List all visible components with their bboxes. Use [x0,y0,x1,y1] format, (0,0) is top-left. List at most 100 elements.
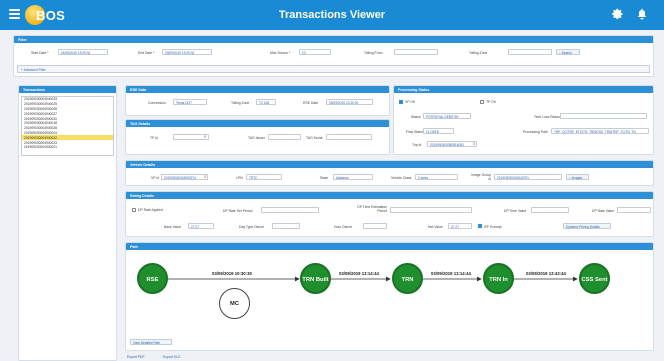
transactions-list[interactable]: 201909030004940033 201909030004940025 2019… [21,96,114,156]
tolling-from-select[interactable] [394,49,438,55]
app-header: BOS Transactions Viewer [0,0,664,30]
tp-search-icon[interactable]: ⌕ [204,134,207,139]
path-node-mc[interactable]: MC [219,288,250,319]
base-value-label: Base Value [164,225,182,229]
edge-label: 03/09/2019 13:43:44 [526,271,566,276]
vehicle-class-field[interactable]: 2 axles [415,174,458,180]
path-node-css-sent[interactable]: CSS Sent [579,263,610,294]
max-shown-label: Max Shown * [270,51,290,55]
filter-title: Filter [14,36,653,43]
gear-icon[interactable] [612,8,624,20]
concession-label: Concession [148,101,166,105]
transaction-item[interactable]: 201909030004940021 [22,145,113,150]
status-label: Status [411,115,421,119]
dynamic-pricing-button[interactable]: Dynamic Pricing Details [563,223,611,229]
dp-rate-value-field[interactable] [617,207,651,213]
tag-issuer-field[interactable] [268,134,301,140]
page-title: Transactions Viewer [278,9,386,21]
tag-issuer-label: TAG Issuer [248,136,265,140]
export-xls-link[interactable]: Export XLS [163,355,180,359]
end-date-input[interactable]: 03/09/2019 13:29:32 [162,49,212,55]
flow-status-label: Flow Status [406,130,424,134]
processing-path-label: Processing Path [523,130,548,134]
image-group-field[interactable]: 201909030004940701 [494,174,562,180]
end-date-label: End Date * [138,51,155,55]
path-edges [168,276,578,282]
lpn-label: LPN [236,176,243,180]
vp-id-field[interactable]: 201909030004953374 [161,174,208,180]
processing-path-field[interactable]: TRP_CC/TRP_ETC/TN_TRN/CSS_TRN/TRP_TC/TN_… [551,128,649,134]
dp-time-est-field[interactable] [390,207,472,213]
iff-exempt-checkbox[interactable] [478,224,482,228]
vehicle-title: Vehicle Details [126,161,653,168]
bell-icon[interactable] [637,8,647,20]
rse-tolling-zone-label: Tolling Zone [231,101,250,105]
lpn-field[interactable]: TRTC [246,174,282,180]
dp-time-est-label: DP Time Estimation Period [357,205,387,213]
dp-rate-set-field[interactable] [261,207,319,213]
concession-field[interactable]: Texas DOT [173,99,207,105]
start-date-label: Start Date * [31,51,49,55]
rse-tolling-zone-field[interactable]: TZ 168 [256,99,276,105]
trip-id-label: Trip id [412,143,422,147]
tag-serial-label: TAG Serial [306,136,323,140]
export-pdf-link[interactable]: Export PDF [127,355,145,359]
path-node-trn-in-trip[interactable]: TRN In Trip [483,263,514,314]
transactions-panel: Transactions 201909030004940033 201909030… [18,85,117,361]
tech-loss-field[interactable] [560,113,647,119]
trip-search-icon[interactable]: ⌕ [473,141,476,146]
day-type-label: Day Type Discnt [239,225,264,229]
path-node-trn-rated[interactable]: TRN Rated [392,263,423,314]
start-date-input[interactable]: 01/09/2019 13:29:32 [58,49,108,55]
status-field[interactable]: POTENTIAL DEBITOR [423,113,471,119]
rse-title: RSE Data [126,86,389,93]
edge-label: 03/09/2019 13:14:44 [431,271,471,276]
dp-time-value-field[interactable] [531,207,569,213]
day-type-field[interactable] [272,223,300,229]
rse-date-field[interactable]: 03/09/2019 13:30:20 [326,99,373,105]
tolling-zone-label: Tolling Zone [469,51,488,55]
vehicle-class-label: Vehicle Class [391,176,412,180]
transactions-title: Transactions [19,86,116,93]
view-detailed-path-button[interactable]: View Detailed Path [130,339,172,345]
filter-panel: Filter Start Date * 01/09/2019 13:29:32 … [13,35,654,77]
images-label: Images [571,175,583,180]
base-value-field[interactable]: 27.27 [188,223,214,229]
rse-date-label: RSE Date [303,101,319,105]
trip-id-field[interactable]: 2019090300050814083 [427,141,477,147]
processing-status-panel: Processing Status VP OK TP OK Status POT… [393,85,654,155]
rating-title: Rating Details [126,192,653,199]
hour-discnt-field[interactable] [363,223,387,229]
tag-title: TAG Details [126,120,389,127]
advanced-filter-bar[interactable]: + Advanced Filter [17,65,650,73]
path-node-rse[interactable]: RSE [137,263,168,294]
vp-search-icon[interactable]: ⌕ [204,174,207,179]
search-button[interactable]: ⌕ Search [556,49,580,55]
vp-ok-checkbox[interactable] [399,100,403,104]
dp-rate-applied-checkbox[interactable] [132,208,136,212]
images-button[interactable]: ⌕ Images [566,174,589,180]
vp-id-label: VP id [151,176,160,180]
edge-label: 03/09/2019 13:14:44 [339,271,379,276]
edge-label: 03/09/2019 10:30:30 [212,271,252,276]
hour-discnt-label: Hour Discnt [334,225,352,229]
tolling-zone-select[interactable] [508,49,552,55]
tech-loss-label: Tech Loss Reason [534,115,562,119]
dp-rate-applied-label: DP Rate Applied [138,208,163,212]
dp-rate-value-label: DP Rate Value [592,209,615,213]
tag-serial-field[interactable] [326,134,372,140]
advanced-filter-link[interactable]: + Advanced Filter [21,68,46,72]
image-group-label: Image Group id [471,173,491,181]
tag-details-panel: TAG Details TP id ⌕ TAG Issuer TAG Seria… [125,119,390,155]
path-node-trn-built[interactable]: TRN Built [300,263,331,294]
net-value-field[interactable]: 27.27 [448,223,472,229]
tp-ok-label: TP OK [486,100,497,104]
flow-status-field[interactable]: CLOSED [423,128,454,134]
dp-rate-set-label: DP Rate Set Period [223,209,253,213]
dp-time-value-label: DP Time Value [504,209,527,213]
state-field[interactable]: Alabama [333,174,373,180]
rse-data-panel: RSE Data Concession Texas DOT Tolling Zo… [125,85,390,116]
max-shown-input[interactable]: 10 [299,49,331,55]
vp-ok-label: VP OK [405,100,416,104]
tp-ok-checkbox[interactable] [480,100,484,104]
